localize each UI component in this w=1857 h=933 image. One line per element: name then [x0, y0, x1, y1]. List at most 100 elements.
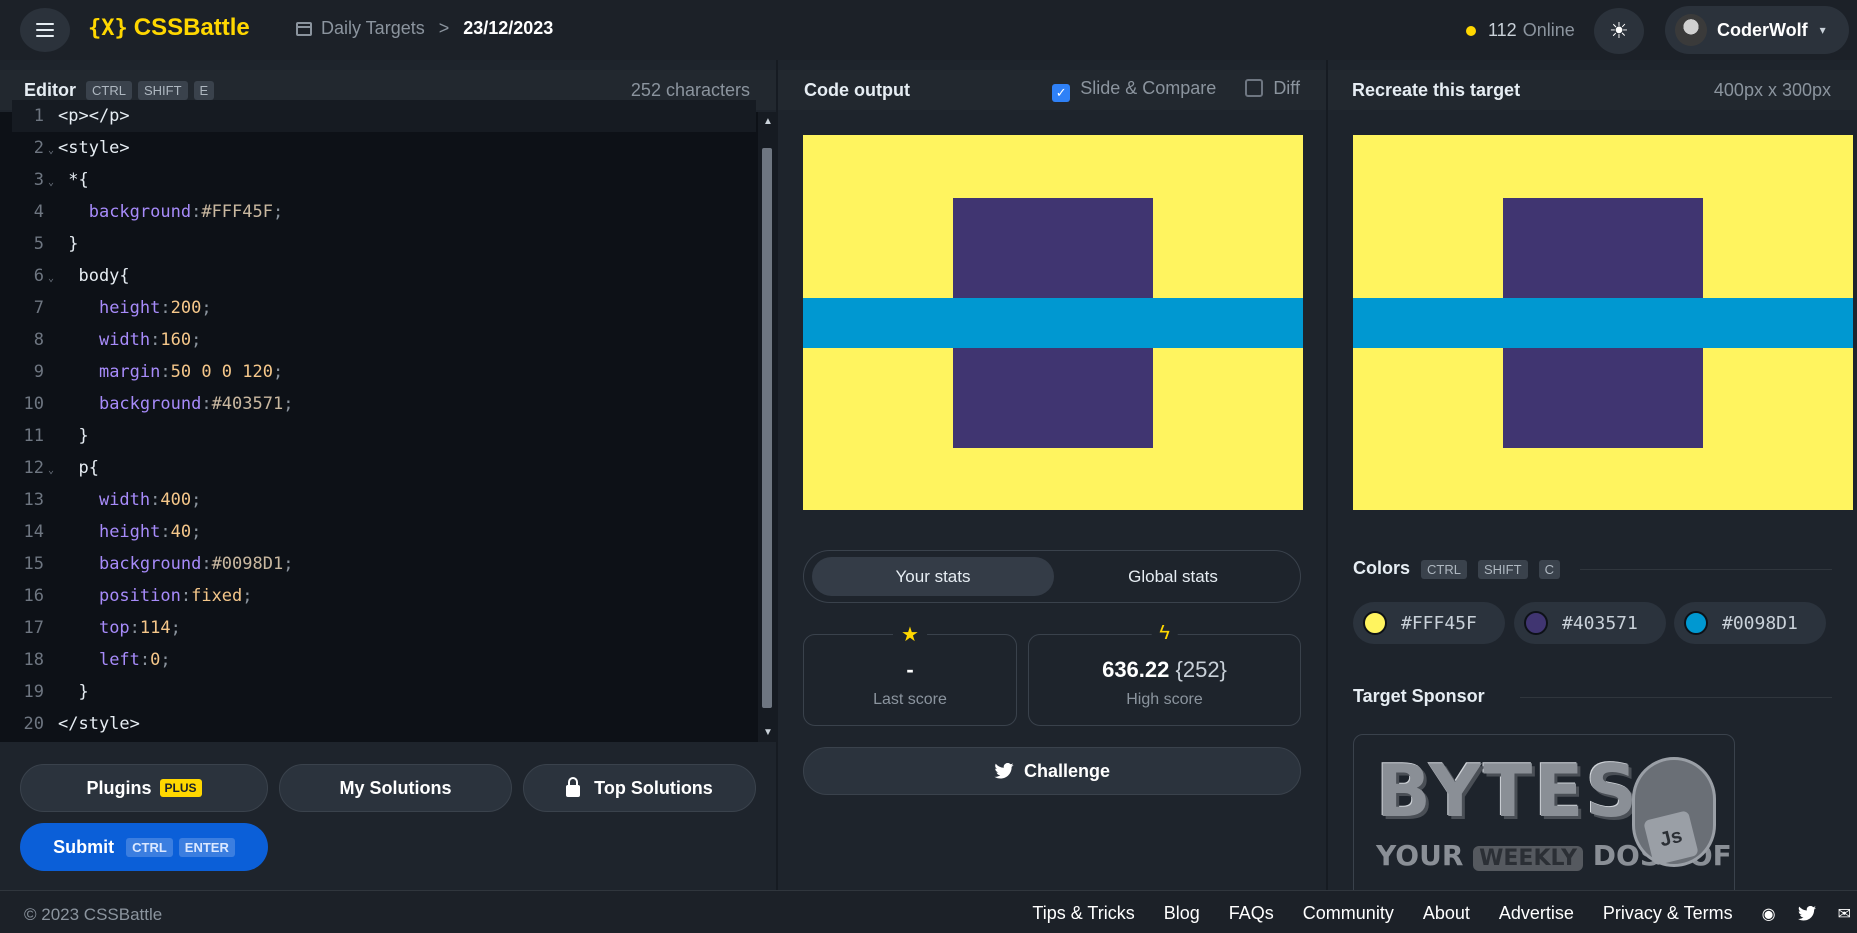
line-number: 17 [23, 618, 44, 638]
chevron-right-icon: > [438, 18, 450, 38]
tab-global-stats[interactable]: Global stats [1052, 557, 1294, 596]
user-menu-button[interactable]: CoderWolf ▾ [1665, 6, 1849, 54]
code-line[interactable]: 12 ⌄ p{ [12, 452, 756, 484]
line-number: 14 [23, 522, 44, 542]
code-line[interactable]: 1 <p></p> [12, 100, 756, 132]
code-line[interactable]: 9 margin:50 0 0 120; [12, 356, 756, 388]
menu-button[interactable] [20, 8, 70, 52]
character-count: 252 characters [630, 79, 750, 100]
mail-icon[interactable]: ✉ [1838, 904, 1851, 924]
footer-link-faqs[interactable]: FAQs [1229, 903, 1274, 924]
footer-link-blog[interactable]: Blog [1164, 903, 1200, 924]
calendar-icon [296, 21, 312, 36]
output-bar-rect [803, 298, 1303, 348]
line-number: 10 [23, 394, 44, 414]
editor-scrollbar[interactable]: ▲ ▼ [758, 112, 776, 742]
checkbox-unchecked-icon[interactable] [1245, 79, 1264, 97]
code-line[interactable]: 6 ⌄ body{ [12, 260, 756, 292]
code-line[interactable]: 11 } [12, 420, 756, 452]
code-text: <style> [58, 138, 130, 158]
scroll-down-icon[interactable]: ▼ [763, 727, 773, 738]
line-number: 19 [23, 682, 44, 702]
slide-compare-toggle[interactable]: ✓ Slide & Compare [1052, 78, 1216, 102]
lock-icon [566, 777, 581, 797]
code-line[interactable]: 13 width:400; [12, 484, 756, 516]
footer-link-privacy[interactable]: Privacy & Terms [1603, 903, 1733, 924]
divider [1520, 697, 1832, 698]
code-line[interactable]: 4 background:#FFF45F; [12, 196, 756, 228]
plugins-button[interactable]: Plugins PLUS [20, 764, 268, 812]
code-line[interactable]: 20 </style> [12, 708, 756, 740]
code-output-preview[interactable] [803, 135, 1303, 510]
diff-toggle[interactable]: Diff [1245, 78, 1300, 98]
high-score-value: 636.22 [1102, 657, 1170, 682]
submit-label: Submit [53, 836, 115, 857]
code-text: height:40; [98, 522, 202, 542]
online-dot-icon [1466, 25, 1476, 36]
code-line[interactable]: 15 background:#0098D1; [12, 548, 756, 580]
panel-divider [1326, 60, 1328, 890]
theme-toggle-button[interactable]: ☀ [1594, 8, 1644, 54]
code-line[interactable]: 14 height:40; [12, 516, 756, 548]
top-solutions-button[interactable]: Top Solutions [523, 764, 756, 812]
colors-heading: Colors CTRL SHIFT C [1353, 558, 1560, 579]
footer-link-advertise[interactable]: Advertise [1499, 903, 1574, 924]
code-line[interactable]: 5 } [12, 228, 756, 260]
twitter-icon[interactable] [1797, 906, 1816, 921]
code-text: width:160; [98, 330, 202, 350]
divider [1580, 569, 1832, 570]
code-line[interactable]: 7 height:200; [12, 292, 756, 324]
my-solutions-label: My Solutions [339, 777, 452, 798]
code-text: } [58, 682, 89, 702]
code-line[interactable]: 2 ⌄ <style> [12, 132, 756, 164]
code-line[interactable]: 8 width:160; [12, 324, 756, 356]
discord-icon[interactable]: ◉ [1762, 904, 1776, 924]
breadcrumb-section-link[interactable]: Daily Targets [321, 18, 425, 39]
code-editor[interactable]: 1 <p></p> 2 ⌄ <style> 3 ⌄ *{4 background:#FFF4… [0, 100, 776, 742]
line-number: 12 [23, 458, 44, 478]
color-swatch[interactable]: #403571 [1514, 602, 1666, 644]
high-score: 636.22 {252} [1029, 657, 1300, 683]
code-line[interactable]: 17 top:114; [12, 612, 756, 644]
logo[interactable]: {X} CSSBattle [88, 14, 250, 42]
fold-chevron-icon[interactable]: ⌄ [44, 167, 58, 199]
code-text: top:114; [98, 618, 181, 638]
code-text: body{ [58, 266, 130, 286]
target-preview[interactable] [1353, 135, 1853, 510]
scroll-thumb[interactable] [762, 148, 772, 708]
code-line[interactable]: 10 background:#403571; [12, 388, 756, 420]
hamburger-icon [36, 23, 54, 25]
fold-chevron-icon[interactable]: ⌄ [44, 135, 58, 167]
last-score-card: ★ - Last score [803, 622, 1017, 726]
footer: © 2023 CSSBattle Tips & Tricks Blog FAQs… [0, 890, 1857, 933]
line-number: 11 [23, 426, 44, 446]
line-number: 2 [33, 138, 44, 158]
shortcut-key: CTRL [86, 80, 132, 100]
username: CoderWolf [1717, 19, 1808, 40]
code-line[interactable]: 3 ⌄ *{ [12, 164, 756, 196]
color-hex: #FFF45F [1401, 612, 1477, 634]
fold-chevron-icon[interactable]: ⌄ [44, 455, 58, 487]
scroll-up-icon[interactable]: ▲ [763, 116, 773, 127]
my-solutions-button[interactable]: My Solutions [279, 764, 512, 812]
code-line[interactable]: 18 left:0; [12, 644, 756, 676]
footer-link-about[interactable]: About [1423, 903, 1470, 924]
code-lines[interactable]: 1 <p></p> 2 ⌄ <style> 3 ⌄ *{4 background:#FFF4… [12, 100, 756, 742]
code-text: background:#0098D1; [98, 554, 294, 574]
chevron-down-icon: ▾ [1819, 23, 1826, 37]
submit-button[interactable]: Submit CTRL ENTER [20, 823, 268, 871]
color-swatch[interactable]: #0098D1 [1674, 602, 1826, 644]
footer-link-community[interactable]: Community [1303, 903, 1394, 924]
shortcut-key: CTRL [1421, 560, 1467, 579]
color-swatch[interactable]: #FFF45F [1353, 602, 1505, 644]
code-line[interactable]: 16 position:fixed; [12, 580, 756, 612]
footer-link-tips[interactable]: Tips & Tricks [1032, 903, 1134, 924]
tab-your-stats[interactable]: Your stats [812, 557, 1054, 596]
color-dot-icon [1363, 611, 1387, 635]
checkbox-checked-icon[interactable]: ✓ [1052, 84, 1071, 102]
fold-chevron-icon[interactable]: ⌄ [44, 263, 58, 295]
challenge-button[interactable]: Challenge [803, 747, 1301, 795]
shortcut-key: CTRL [126, 837, 173, 857]
code-text: position:fixed; [98, 586, 253, 606]
code-line[interactable]: 19 } [12, 676, 756, 708]
